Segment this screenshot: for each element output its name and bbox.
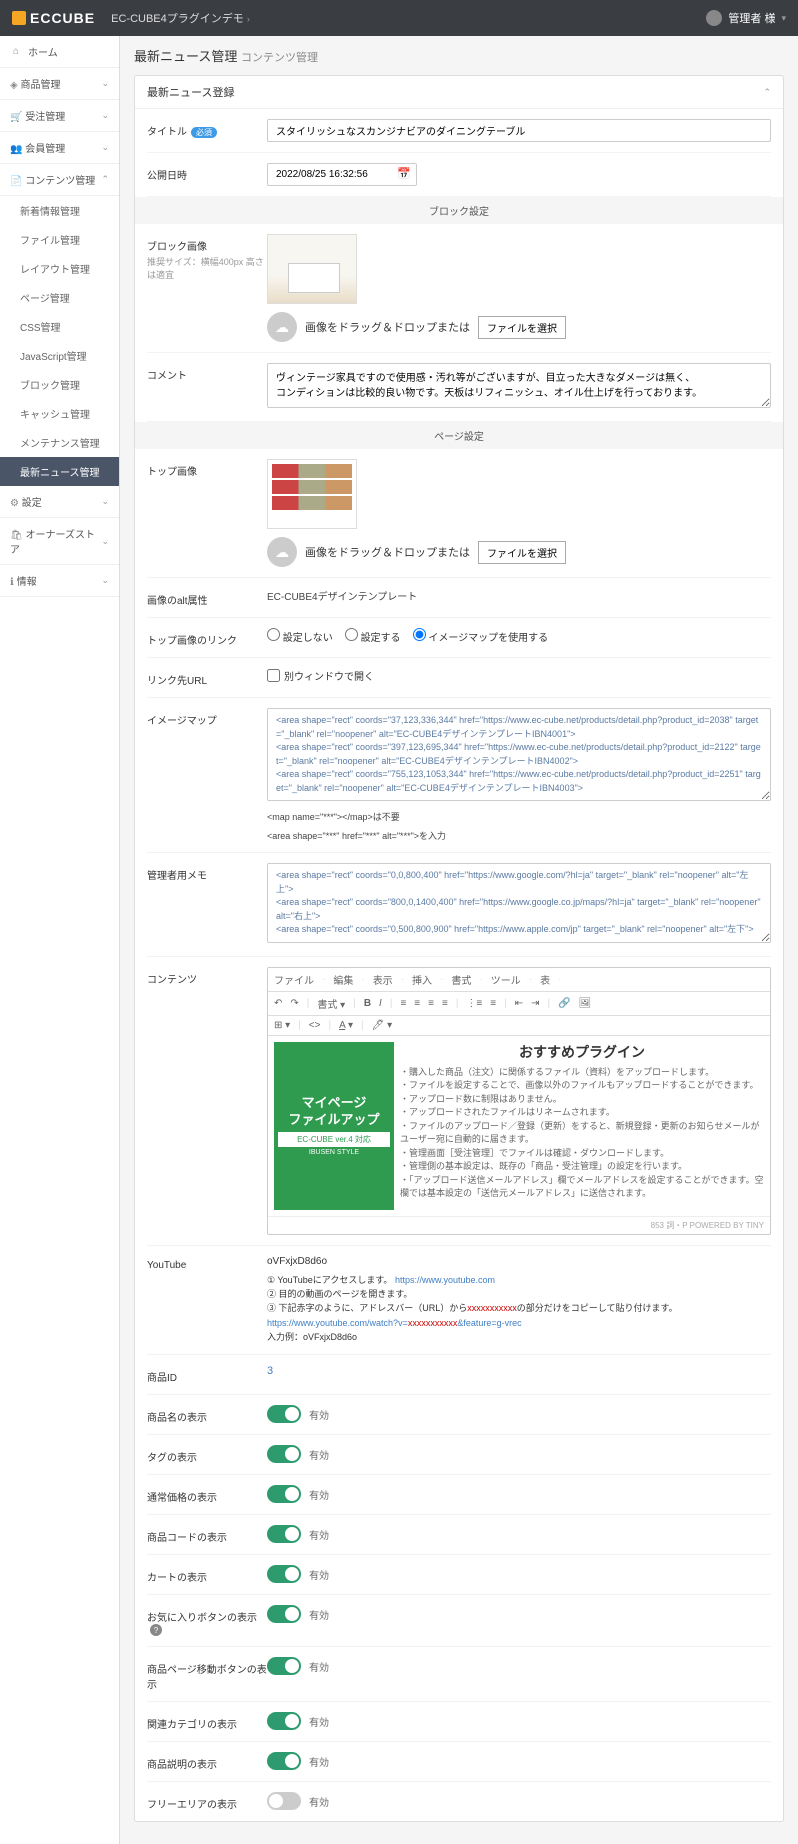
- image-alt-value: EC-CUBE4デザインテンプレート: [267, 588, 771, 603]
- nav-owners[interactable]: 🛍 オーナーズストア⌄: [0, 518, 119, 565]
- toggle-free[interactable]: [267, 1792, 301, 1810]
- title-input[interactable]: [267, 119, 771, 142]
- help-icon[interactable]: ?: [150, 1624, 162, 1636]
- toggle-desc[interactable]: [267, 1752, 301, 1770]
- nav-info[interactable]: ℹ 情報⌄: [0, 565, 119, 597]
- toggle-category[interactable]: [267, 1712, 301, 1730]
- block-section-header: ブロック設定: [135, 197, 783, 224]
- nav-setting[interactable]: ⚙ 設定⌄: [0, 486, 119, 518]
- admin-memo-textarea[interactable]: <area shape="rect" coords="0,0,800,400" …: [267, 863, 771, 943]
- editor-footer: 853 詞・P POWERED BY TINY: [268, 1216, 770, 1234]
- radio-link[interactable]: 設定する: [345, 628, 401, 644]
- nav-sub-maint[interactable]: メンテナンス管理: [0, 428, 119, 457]
- sidebar: ⌂ホーム ◈ 商品管理⌄ 🛒 受注管理⌄ 👥 会員管理⌄ 📄 コンテンツ管理⌃ …: [0, 36, 120, 1844]
- toggle-code[interactable]: [267, 1525, 301, 1543]
- nav-content[interactable]: 📄 コンテンツ管理⌃: [0, 164, 119, 196]
- nav-sub-cache[interactable]: キャッシュ管理: [0, 399, 119, 428]
- editor-toolbar-2[interactable]: ⊞ ▾|<>|A ▾|🖊 ▾: [268, 1016, 770, 1036]
- toggle-fav[interactable]: [267, 1605, 301, 1623]
- editor-menubar[interactable]: ファイル· 編集· 表示· 挿入· 書式· ツール· 表·: [268, 968, 770, 992]
- nav-sub-block[interactable]: ブロック管理: [0, 370, 119, 399]
- nav-product[interactable]: ◈ 商品管理⌄: [0, 68, 119, 100]
- toggle-product-name[interactable]: [267, 1405, 301, 1423]
- nav-customer[interactable]: 👥 会員管理⌄: [0, 132, 119, 164]
- nav-sub-page[interactable]: ページ管理: [0, 283, 119, 312]
- calendar-icon[interactable]: 📅: [397, 167, 411, 180]
- panel-header[interactable]: 最新ニュース登録 ⌃: [135, 76, 783, 109]
- nav-sub-news[interactable]: 新着情報管理: [0, 196, 119, 225]
- upload-icon: ☁: [267, 537, 297, 567]
- nav-sub-js[interactable]: JavaScript管理: [0, 341, 119, 370]
- radio-nolink[interactable]: 設定しない: [267, 628, 333, 644]
- youtube-value: oVFxjxD8d6o: [267, 1256, 771, 1267]
- top-image-thumb: [267, 459, 357, 529]
- page-section-header: ページ設定: [135, 422, 783, 449]
- file-select-button-2[interactable]: ファイルを選択: [478, 541, 566, 564]
- user-menu[interactable]: 管理者 様 ▾: [706, 10, 786, 26]
- chevron-up-icon: ⌃: [763, 87, 771, 98]
- imagemap-note1: <map name="***"></map>は不要: [267, 810, 771, 823]
- toggle-price[interactable]: [267, 1485, 301, 1503]
- new-window-checkbox[interactable]: [267, 669, 280, 682]
- imagemap-note2: <area shape="***" href="***" alt="***">を…: [267, 829, 771, 842]
- upload-hint: 画像をドラッグ＆ドロップまたは: [305, 544, 470, 560]
- block-image-thumb: [267, 234, 357, 304]
- topbar: ECCUBE EC-CUBE4プラグインデモ › 管理者 様 ▾: [0, 0, 798, 36]
- comment-textarea[interactable]: ヴィンテージ家具ですので使用感・汚れ等がございますが、目立った大きなダメージは無…: [267, 363, 771, 408]
- nav-sub-latest-news[interactable]: 最新ニュース管理: [0, 457, 119, 486]
- upload-hint: 画像をドラッグ＆ドロップまたは: [305, 319, 470, 335]
- plugin-banner: マイページ ファイルアップ EC-CUBE ver.4 対応 IBUSEN ST…: [274, 1042, 394, 1210]
- nav-order[interactable]: 🛒 受注管理⌄: [0, 100, 119, 132]
- page-title: 最新ニュース管理 コンテンツ管理: [134, 46, 784, 65]
- nav-sub-css[interactable]: CSS管理: [0, 312, 119, 341]
- wysiwyg-editor[interactable]: ファイル· 編集· 表示· 挿入· 書式· ツール· 表· ↶↷| 書式 ▾|: [267, 967, 771, 1235]
- product-id-value: 3: [267, 1365, 771, 1377]
- nav-sub-layout[interactable]: レイアウト管理: [0, 254, 119, 283]
- youtube-help: ① YouTubeにアクセスします。 https://www.youtube.c…: [267, 1273, 771, 1345]
- toggle-cart[interactable]: [267, 1565, 301, 1583]
- nav-home[interactable]: ⌂ホーム: [0, 36, 119, 68]
- toggle-detail[interactable]: [267, 1657, 301, 1675]
- site-name[interactable]: EC-CUBE4プラグインデモ ›: [111, 10, 250, 26]
- toggle-tag[interactable]: [267, 1445, 301, 1463]
- rec-title: おすすめプラグイン: [400, 1042, 764, 1062]
- logo[interactable]: ECCUBE: [12, 10, 95, 26]
- nav-sub-file[interactable]: ファイル管理: [0, 225, 119, 254]
- file-select-button[interactable]: ファイルを選択: [478, 316, 566, 339]
- editor-toolbar[interactable]: ↶↷| 書式 ▾| BI| ≡≡≡≡| ⋮≡≡| ⇤⇥| 🔗🖼: [268, 992, 770, 1016]
- user-icon: [706, 10, 722, 26]
- date-input[interactable]: [267, 163, 417, 186]
- radio-imagemap[interactable]: イメージマップを使用する: [413, 628, 549, 644]
- imagemap-textarea[interactable]: <area shape="rect" coords="37,123,336,34…: [267, 708, 771, 801]
- upload-icon: ☁: [267, 312, 297, 342]
